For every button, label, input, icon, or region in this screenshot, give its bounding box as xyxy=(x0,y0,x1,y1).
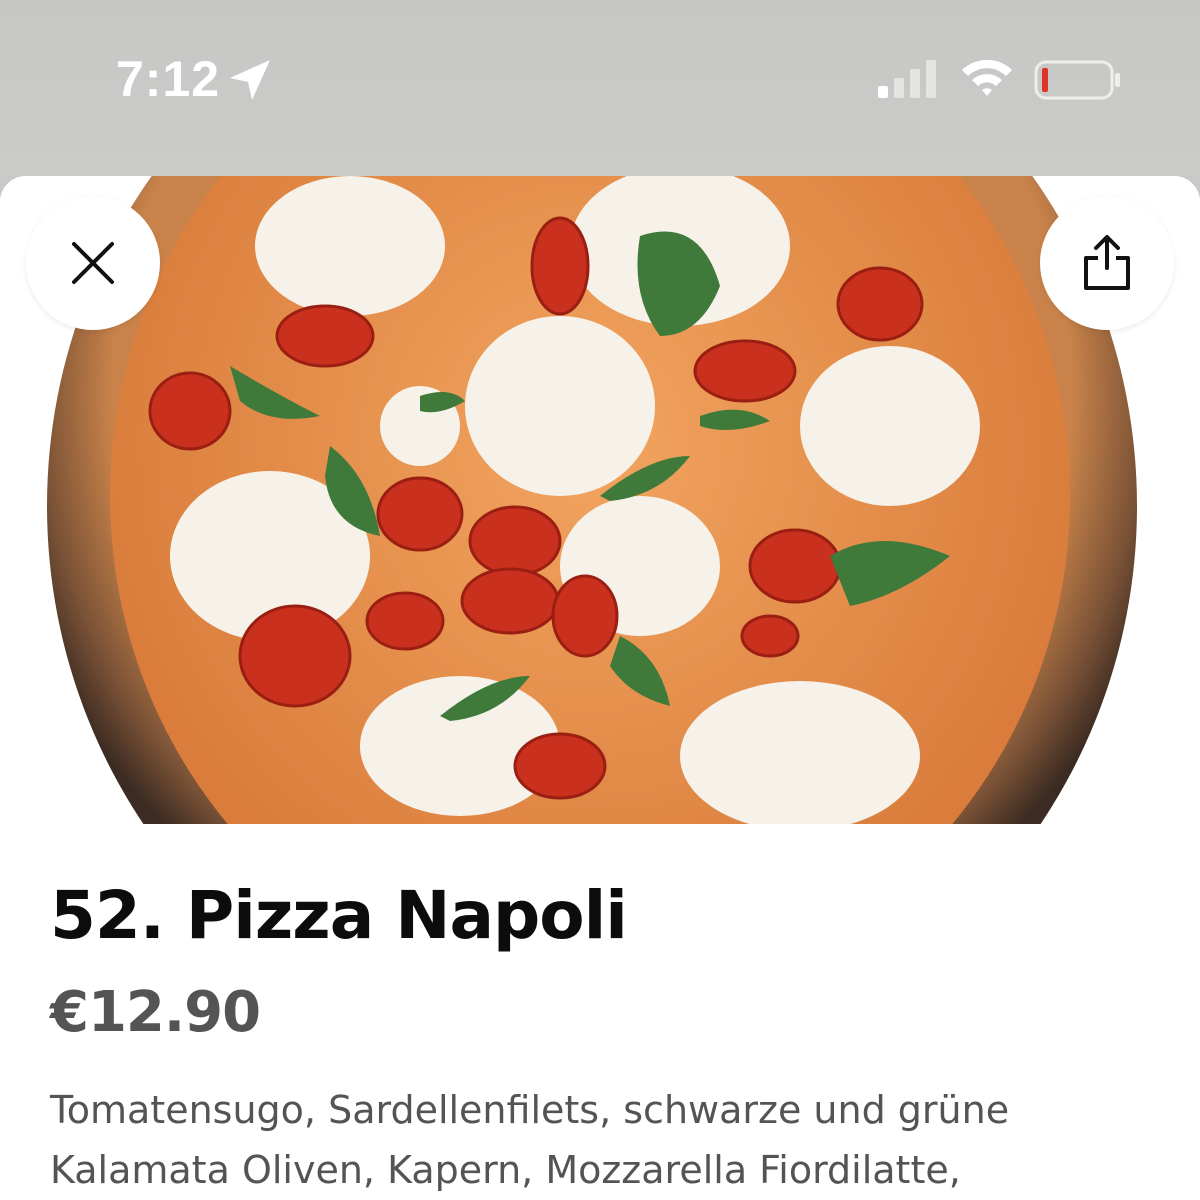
pizza-image xyxy=(47,176,1137,824)
item-price: €12.90 xyxy=(50,980,261,1045)
cellular-signal-icon xyxy=(878,60,936,98)
item-detail-sheet: 52. Pizza Napoli €12.90 Tomatensugo, Sar… xyxy=(0,176,1200,1200)
battery-low-icon xyxy=(1034,60,1120,100)
wifi-icon xyxy=(962,59,1012,96)
share-icon xyxy=(1084,235,1130,290)
close-icon xyxy=(72,242,114,284)
item-photo xyxy=(0,176,1200,824)
item-info: 52. Pizza Napoli €12.90 Tomatensugo, Sar… xyxy=(50,876,1160,1200)
status-time: 7:12 xyxy=(116,51,221,107)
share-button[interactable] xyxy=(1040,196,1174,330)
item-title: 52. Pizza Napoli xyxy=(50,877,628,954)
close-button[interactable] xyxy=(26,196,160,330)
location-arrow-icon xyxy=(230,60,270,100)
status-bar: 7:12 xyxy=(0,0,1200,176)
item-description: Tomatensugo, Sardellenfilets, schwarze u… xyxy=(50,1088,1010,1192)
